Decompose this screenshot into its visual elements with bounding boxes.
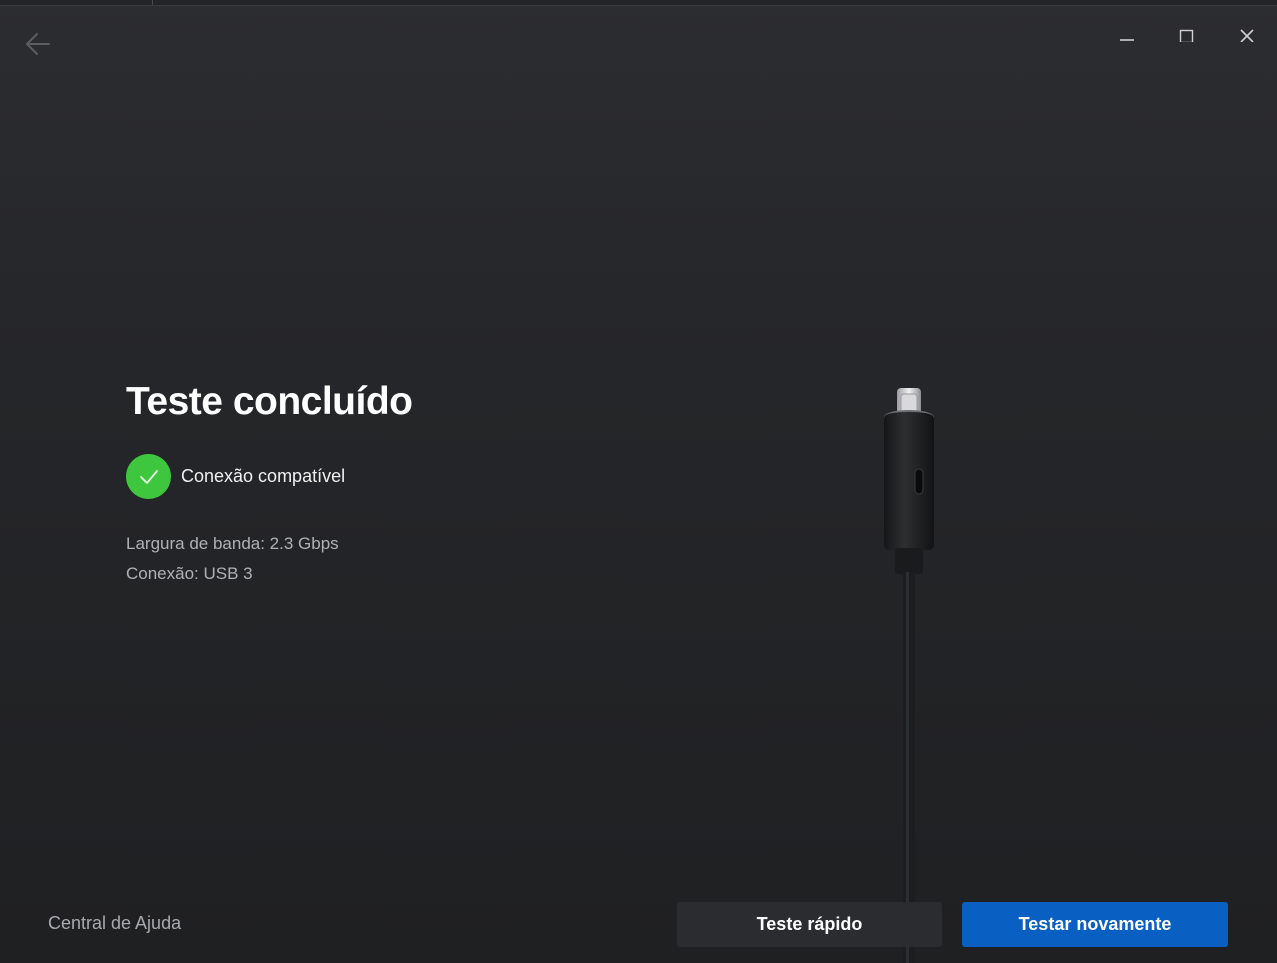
status-text: Conexão compatível — [181, 466, 346, 486]
maximize-icon — [1179, 29, 1194, 42]
close-icon — [1240, 29, 1254, 42]
close-button[interactable] — [1217, 10, 1277, 58]
maximize-button[interactable] — [1157, 10, 1217, 58]
check-icon — [139, 469, 158, 484]
help-center-link[interactable]: Central de Ajuda — [48, 913, 181, 934]
bandwidth-info: Largura de banda: 2.3 Gbps — [126, 534, 339, 553]
arrow-left-icon — [26, 33, 50, 55]
minimize-icon — [1120, 39, 1134, 41]
status-row: Conexão compatível — [126, 454, 345, 499]
page-title: Teste concluído — [126, 380, 413, 423]
retest-button[interactable]: Testar novamente — [962, 902, 1228, 947]
window-controls — [1097, 10, 1277, 58]
top-edge — [0, 0, 1277, 6]
back-button[interactable] — [22, 28, 54, 60]
app-window: Teste concluído Conexão compatível Largu… — [0, 0, 1277, 963]
minimize-button[interactable] — [1097, 10, 1157, 58]
usb-c-cable-illustration — [884, 388, 934, 963]
status-badge — [126, 454, 171, 499]
quick-test-button[interactable]: Teste rápido — [677, 902, 942, 947]
connection-info: Conexão: USB 3 — [126, 564, 253, 583]
